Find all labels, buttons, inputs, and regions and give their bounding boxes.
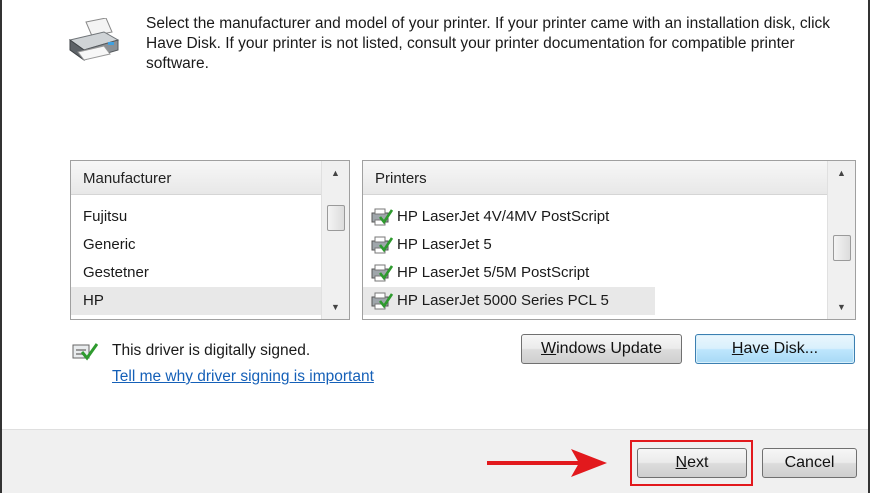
- manufacturer-scrollbar[interactable]: ▲ ▼: [321, 161, 349, 319]
- list-item[interactable]: HP LaserJet 5/5M PostScript: [363, 259, 655, 287]
- printer-item-label: HP LaserJet 5000 Series PCL 5: [397, 292, 609, 309]
- have-disk-button[interactable]: Have Disk...: [695, 334, 855, 364]
- list-item[interactable]: HP LaserJet 4V/4MV PostScript: [363, 203, 655, 231]
- red-arrow-icon: [487, 449, 607, 477]
- scroll-down-icon[interactable]: ▼: [828, 297, 855, 317]
- signed-printer-driver-icon: [371, 264, 393, 282]
- add-printer-driver-dialog: Select the manufacturer and model of you…: [0, 0, 870, 493]
- driver-signed-status: This driver is digitally signed.: [112, 342, 311, 359]
- list-item-selected[interactable]: HP LaserJet 5000 Series PCL 5: [363, 287, 655, 315]
- scroll-thumb[interactable]: [833, 235, 851, 261]
- list-item[interactable]: Gestetner: [71, 259, 321, 287]
- printer-item-label: HP LaserJet 5: [397, 236, 492, 253]
- signed-printer-driver-icon: [371, 236, 393, 254]
- scroll-up-icon[interactable]: ▲: [828, 163, 855, 183]
- list-item-selected[interactable]: HP: [71, 287, 321, 315]
- scroll-up-icon[interactable]: ▲: [322, 163, 349, 183]
- windows-update-button[interactable]: Windows Update: [521, 334, 682, 364]
- scroll-down-icon[interactable]: ▼: [322, 297, 349, 317]
- instructions-text: Select the manufacturer and model of you…: [146, 15, 831, 72]
- list-item[interactable]: HP LaserJet 5: [363, 231, 655, 259]
- manufacturer-list[interactable]: Manufacturer Fujitsu Generic Gestetner H…: [70, 160, 350, 320]
- cancel-button[interactable]: Cancel: [762, 448, 857, 478]
- printer-items: HP LaserJet 4V/4MV PostScript HP LaserJe…: [363, 203, 655, 315]
- list-item[interactable]: Generic: [71, 231, 321, 259]
- driver-signing-info-link[interactable]: Tell me why driver signing is important: [112, 366, 374, 388]
- printer-icon: [68, 18, 120, 61]
- printer-item-label: HP LaserJet 5/5M PostScript: [397, 264, 590, 281]
- printers-scrollbar[interactable]: ▲ ▼: [827, 161, 855, 319]
- list-item[interactable]: Fujitsu: [71, 203, 321, 231]
- signed-printer-driver-icon: [371, 292, 393, 310]
- manufacturer-column-header[interactable]: Manufacturer: [71, 161, 321, 195]
- printers-column-header[interactable]: Printers: [363, 161, 827, 195]
- manufacturer-items: Fujitsu Generic Gestetner HP: [71, 203, 321, 315]
- printer-item-label: HP LaserJet 4V/4MV PostScript: [397, 208, 610, 225]
- signed-driver-icon: [72, 343, 98, 361]
- next-button[interactable]: Next: [637, 448, 747, 478]
- printers-list[interactable]: Printers HP LaserJet 4V/4MV PostScript H…: [362, 160, 856, 320]
- signed-printer-driver-icon: [371, 208, 393, 226]
- scroll-thumb[interactable]: [327, 205, 345, 231]
